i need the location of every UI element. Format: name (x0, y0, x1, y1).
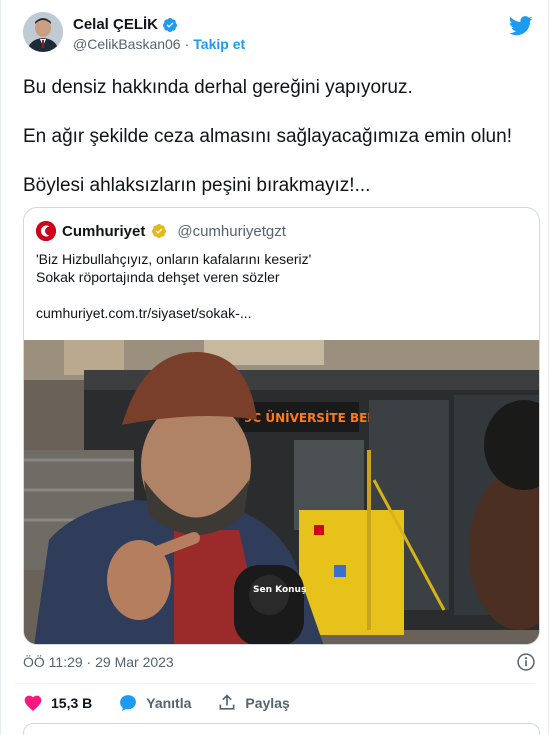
quoted-link[interactable]: cumhuriyet.com.tr/siyaset/sokak-... (36, 304, 526, 322)
reply-bubble-icon (120, 695, 137, 711)
author-avatar[interactable] (23, 12, 63, 52)
info-icon[interactable] (516, 652, 536, 672)
quoted-headline: 'Biz Hizbullahçıyız, onların kafalarını … (36, 251, 312, 267)
tweet-card: Celal ÇELİK @CelikBaskan06 · Takip et Bu… (0, 0, 549, 735)
author-handle[interactable]: @CelikBaskan06 (73, 36, 181, 52)
reply-button[interactable]: Yanıtla (118, 693, 191, 713)
twitter-bird-icon[interactable] (509, 16, 533, 36)
follow-button[interactable]: Takip et (193, 36, 245, 52)
verified-badge-icon (163, 17, 178, 32)
reply-label: Yanıtla (146, 695, 192, 711)
mic-label: Sen Konuş (253, 585, 306, 595)
quoted-author-handle[interactable]: @cumhuriyetgzt (177, 223, 286, 240)
like-button[interactable]: 15,3 B (23, 693, 92, 713)
author-name[interactable]: Celal ÇELİK (73, 16, 158, 33)
tweet-actions: 15,3 B Yanıtla Paylaş (23, 693, 290, 713)
tweet-header: Celal ÇELİK @CelikBaskan06 · Takip et (23, 12, 533, 52)
share-upload-icon (219, 694, 235, 710)
quoted-subtitle: Sokak röportajında dehşet veren sözler (36, 269, 280, 285)
tweet-text: Bu densiz hakkında derhal gereğini yapıy… (23, 76, 533, 223)
like-count: 15,3 B (51, 695, 93, 711)
tweet-line: Böylesi ahlaksızların peşini bırakmayız!… (23, 175, 371, 196)
quoted-media-image[interactable]: 9C ÜNİVERSİTE BELEDİYE Sen Konuş (24, 340, 539, 644)
cumhuriyet-logo-icon (36, 221, 56, 241)
tweet-line: En ağır şekilde ceza almasını sağlayacağ… (23, 126, 512, 147)
quoted-author-name[interactable]: Cumhuriyet (62, 223, 145, 240)
tweet-timestamp[interactable]: ÖÖ 11:29 · 29 Mar 2023 (23, 654, 174, 670)
gold-verified-icon (152, 224, 167, 238)
share-button[interactable]: Paylaş (217, 693, 290, 713)
share-label: Paylaş (245, 695, 290, 711)
divider (15, 683, 534, 684)
heart-icon (24, 695, 42, 711)
tweet-line: Bu densiz hakkında derhal gereğini yapıy… (23, 77, 413, 98)
read-replies-button[interactable] (23, 723, 540, 735)
quoted-tweet[interactable]: Cumhuriyet @cumhuriyetgzt 'Biz Hizbullah… (23, 207, 540, 645)
separator-dot: · (184, 36, 190, 52)
